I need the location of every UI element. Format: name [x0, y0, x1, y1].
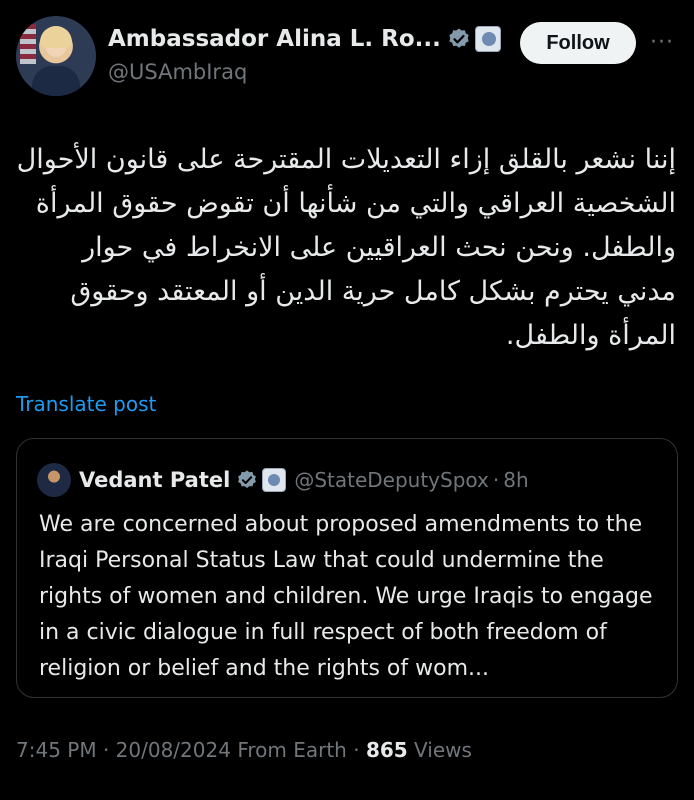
views-label: Views [414, 738, 472, 762]
separator-dot: · [353, 738, 360, 762]
tweet-source: From Earth [237, 738, 347, 762]
quoted-author-handle: @StateDeputySpox [294, 468, 489, 492]
quoted-author-avatar[interactable] [37, 463, 71, 497]
state-department-seal-icon [262, 468, 287, 492]
tweet-time[interactable]: 7:45 PM [16, 738, 97, 762]
avatar-hair [40, 26, 72, 48]
translate-post-link[interactable]: Translate post [16, 392, 156, 416]
follow-button[interactable]: Follow [520, 22, 636, 64]
tweet-text: إننا نشعر بالقلق إزاء التعديلات المقترحة… [16, 144, 676, 351]
quoted-tweet-time: 8h [503, 468, 529, 492]
avatar-flag [20, 24, 36, 64]
author-name-row: Ambassador Alina L. Ro... [108, 26, 501, 52]
author-handle[interactable]: @USAmbIraq [108, 60, 247, 84]
avatar-body [32, 66, 80, 96]
separator-dot: · [102, 738, 110, 762]
quoted-tweet-text: We are concerned about proposed amendmen… [39, 512, 653, 681]
more-options-icon[interactable]: ··· [650, 30, 674, 55]
quoted-author-name: Vedant Patel [79, 468, 231, 492]
quoted-tweet[interactable]: Vedant Patel @StateDeputySpox · 8h We ar… [16, 438, 678, 698]
state-department-seal-icon [474, 26, 501, 52]
tweet-header: Ambassador Alina L. Ro... @USAmbIraq Fol… [16, 14, 678, 98]
author-avatar[interactable] [16, 16, 96, 96]
verified-badge-icon [449, 28, 469, 48]
tweet-date[interactable]: 20/08/2024 [116, 738, 231, 762]
separator-dot: · [492, 468, 500, 492]
views-count: 865 [365, 738, 408, 762]
tweet-meta: 7:45 PM · 20/08/2024 From Earth · 865 Vi… [16, 738, 472, 762]
verified-badge-icon [238, 470, 257, 488]
author-display-name[interactable]: Ambassador Alina L. Ro... [108, 26, 441, 52]
quoted-tweet-header: Vedant Patel @StateDeputySpox · 8h [37, 463, 529, 497]
